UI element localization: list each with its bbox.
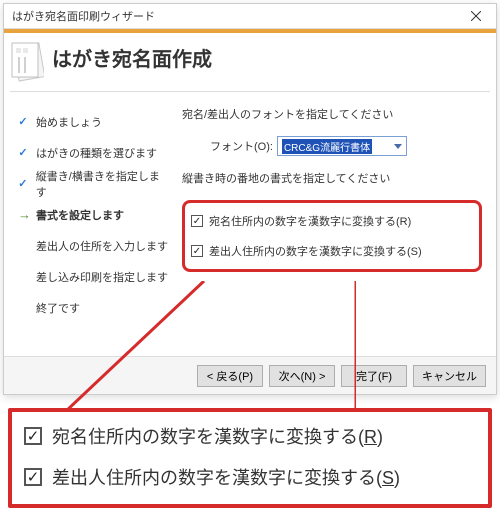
wizard-nav: ✓ 始めましょう ✓ はがきの種類を選びます ✓ 縦書き/横書きを指定します → 書式を…: [4, 92, 174, 354]
check-icon: ✓: [18, 115, 28, 128]
zoom-label: 差出人住所内の数字を漢数字に変換する(S): [52, 464, 400, 490]
check-icon: ✓: [18, 177, 28, 190]
nav-label: 始めましょう: [36, 114, 102, 130]
nav-label: 差出人の住所を入力します: [36, 238, 168, 254]
titlebar: はがき宛名面印刷ウィザード: [4, 4, 496, 29]
next-button[interactable]: 次へ(N) >: [269, 365, 335, 387]
font-select[interactable]: CRC&G流麗行書体: [277, 136, 407, 156]
header-title: はがき宛名面作成: [52, 39, 212, 72]
checkbox-convert-sender[interactable]: ✓: [191, 245, 203, 257]
titlebar-text: はがき宛名面印刷ウィザード: [12, 8, 456, 24]
zoom-label: 宛名住所内の数字を漢数字に変換する(R): [52, 423, 383, 449]
checkbox-label: 宛名住所内の数字を漢数字に変換する(R): [209, 213, 411, 229]
postcard-icon: [10, 39, 44, 83]
options-highlight-box: ✓ 宛名住所内の数字を漢数字に変換する(R) ✓ 差出人住所内の数字を漢数字に変…: [182, 200, 482, 272]
checkbox-convert-recipient[interactable]: ✓: [191, 215, 203, 227]
content-pane: 宛名/差出人のフォントを指定してください フォント(O): CRC&G流麗行書体…: [174, 92, 496, 354]
checkbox-label: 差出人住所内の数字を漢数字に変換する(S): [209, 243, 422, 259]
nav-label: 終了です: [36, 300, 80, 316]
nav-item: 終了です: [18, 292, 168, 323]
nav-item: ✓ 縦書き/横書きを指定します: [18, 168, 168, 199]
font-label: フォント(O):: [210, 138, 273, 154]
nav-item: ✓ 始めましょう: [18, 106, 168, 137]
zoom-callout: ✓ 宛名住所内の数字を漢数字に変換する(R) ✓ 差出人住所内の数字を漢数字に変…: [8, 408, 492, 508]
check-icon: ✓: [18, 146, 28, 159]
nav-item: ✓ はがきの種類を選びます: [18, 137, 168, 168]
format-heading: 縦書き時の番地の書式を指定してください: [182, 170, 482, 186]
nav-item-current: → 書式を設定します: [18, 199, 168, 230]
wizard-dialog: はがき宛名面印刷ウィザード はがき宛名面作成 ✓ 始めましょう ✓ はがきの種類を選…: [3, 3, 497, 395]
nav-label: 差し込み印刷を指定します: [36, 269, 168, 285]
cancel-button[interactable]: キャンセル: [413, 365, 486, 387]
nav-item: 差し込み印刷を指定します: [18, 261, 168, 292]
nav-label: 縦書き/横書きを指定します: [36, 168, 168, 200]
checkbox-convert-sender-zoom: ✓: [24, 468, 42, 486]
footer-buttons: < 戻る(P) 次へ(N) > 完了(F) キャンセル: [4, 356, 496, 394]
nav-item: 差出人の住所を入力します: [18, 230, 168, 261]
checkbox-convert-recipient-zoom: ✓: [24, 427, 42, 445]
close-icon: [471, 11, 481, 21]
header: はがき宛名面作成: [4, 33, 496, 91]
font-heading: 宛名/差出人のフォントを指定してください: [182, 106, 482, 122]
font-select-value: CRC&G流麗行書体: [282, 139, 372, 154]
nav-label: はがきの種類を選びます: [36, 145, 157, 161]
close-button[interactable]: [456, 4, 496, 29]
finish-button[interactable]: 完了(F): [341, 365, 407, 387]
back-button[interactable]: < 戻る(P): [197, 365, 263, 387]
arrow-icon: →: [18, 207, 28, 222]
nav-label: 書式を設定します: [36, 207, 124, 223]
